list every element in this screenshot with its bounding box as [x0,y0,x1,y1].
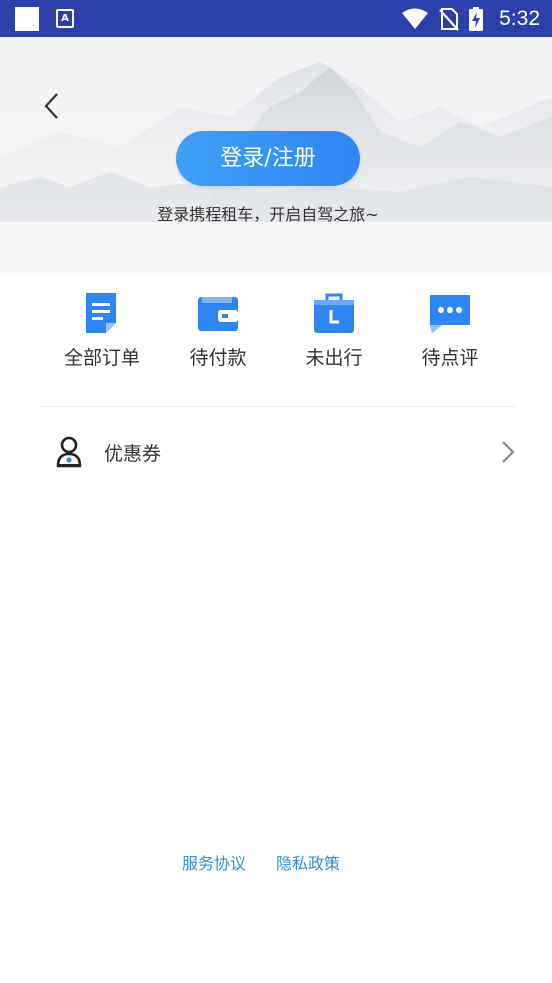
header-hero: 登录/注册 登录携程租车，开启自驾之旅~ [0,37,552,275]
status-bar: A 5:32 [0,0,552,37]
wifi-icon [402,8,429,29]
coupon-label: 优惠券 [104,443,162,465]
person-icon [56,436,82,468]
notification-square-icon [15,7,39,31]
document-icon [86,293,116,333]
divider [38,406,515,407]
wallet-icon [198,297,238,331]
service-agreement-link[interactable]: 服务协议 [182,850,246,874]
back-button[interactable] [36,89,66,123]
upcoming-trip-button[interactable]: 未出行 [276,289,392,375]
battery-charging-icon [469,6,484,31]
luggage-icon [314,293,354,333]
order-label: 未出行 [305,347,363,369]
order-label: 全部订单 [63,347,140,369]
login-register-button[interactable]: 登录/注册 [176,131,360,186]
chat-bubble-icon [430,295,470,333]
privacy-policy-link[interactable]: 隐私政策 [276,850,340,874]
login-tip-text: 登录携程租车，开启自驾之旅~ [157,205,379,224]
order-shortcuts: 全部订单 待付款 未出行 待点评 [0,289,552,379]
pending-payment-button[interactable]: 待付款 [160,289,276,375]
order-label: 待付款 [189,347,247,369]
clock-time: 5:32 [499,6,540,30]
chevron-right-icon [502,441,515,463]
all-orders-button[interactable]: 全部订单 [44,289,160,375]
coupon-menu-item[interactable]: 优惠券 [38,422,516,482]
status-bar-right: 5:32 [401,0,540,37]
app-notification-icon: A [56,9,74,28]
pending-review-button[interactable]: 待点评 [392,289,508,375]
chevron-left-icon [44,93,58,119]
footer-links: 服务协议 隐私政策 [0,850,522,874]
no-sim-icon [439,7,459,31]
order-label: 待点评 [421,347,479,369]
